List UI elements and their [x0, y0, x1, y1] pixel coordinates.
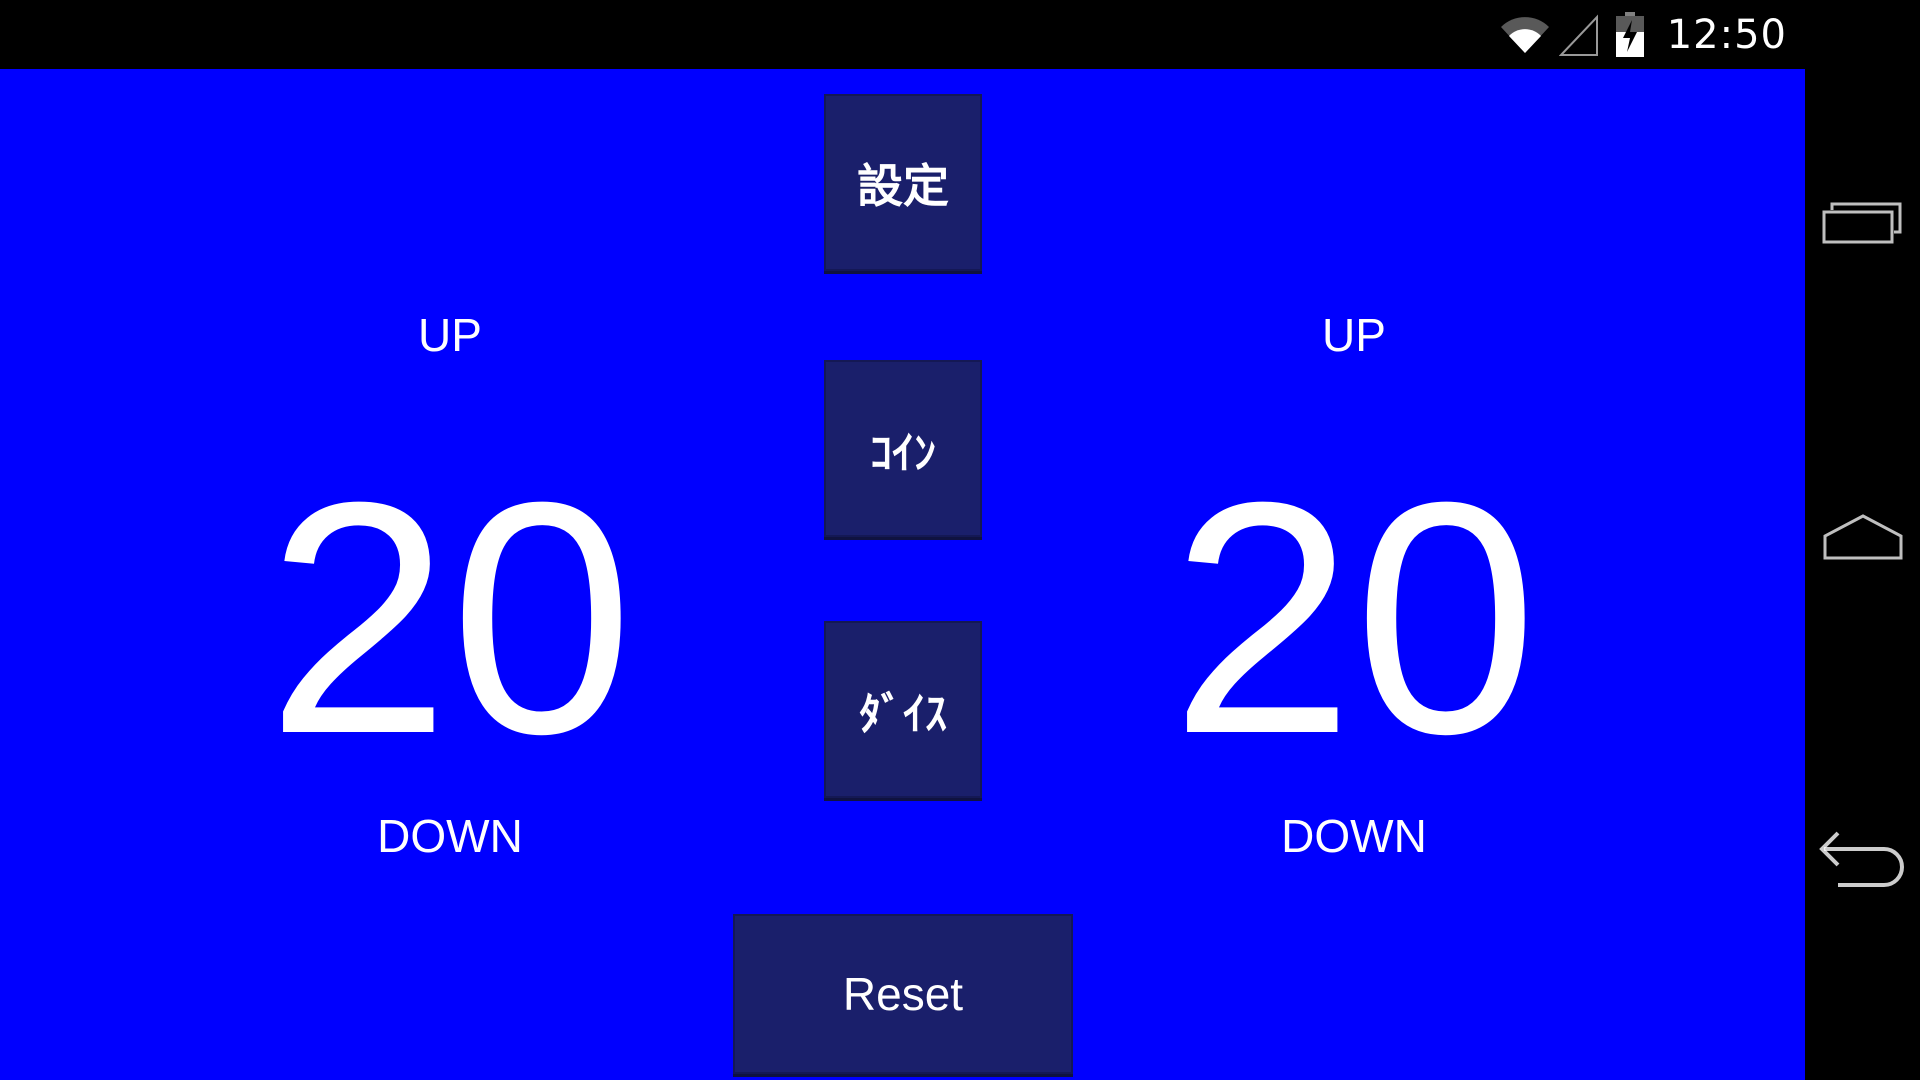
- wifi-icon: [1500, 16, 1549, 53]
- status-icons: 12:50: [1499, 0, 1787, 69]
- status-bar: 12:50: [0, 0, 1920, 69]
- left-down-button[interactable]: DOWN: [300, 809, 600, 863]
- navigation-bar: [1805, 69, 1920, 1080]
- recents-icon: [1822, 202, 1901, 244]
- home-button[interactable]: [1805, 477, 1920, 597]
- recents-button[interactable]: [1805, 160, 1920, 280]
- right-up-button[interactable]: UP: [1204, 308, 1504, 362]
- settings-button[interactable]: 設定: [824, 94, 982, 271]
- dice-button[interactable]: ﾀﾞｲｽ: [824, 621, 982, 798]
- left-up-button[interactable]: UP: [300, 308, 600, 362]
- reset-button[interactable]: Reset: [733, 914, 1073, 1074]
- left-score: 20: [266, 433, 634, 802]
- battery-icon: [1615, 11, 1644, 57]
- right-score: 20: [1170, 433, 1538, 802]
- device-screen: 12:50 UP 20 DOWN UP 20 DOWN 設定 ｺｲﾝ ﾀﾞｲｽ …: [0, 0, 1920, 1080]
- status-clock: 12:50: [1666, 11, 1787, 58]
- counter-app: UP 20 DOWN UP 20 DOWN 設定 ｺｲﾝ ﾀﾞｲｽ Reset: [0, 69, 1805, 1080]
- back-button[interactable]: [1805, 797, 1920, 917]
- home-icon: [1823, 514, 1902, 560]
- coin-button[interactable]: ｺｲﾝ: [824, 360, 982, 537]
- back-icon: [1818, 831, 1904, 887]
- signal-icon: [1558, 13, 1598, 56]
- right-down-button[interactable]: DOWN: [1204, 809, 1504, 863]
